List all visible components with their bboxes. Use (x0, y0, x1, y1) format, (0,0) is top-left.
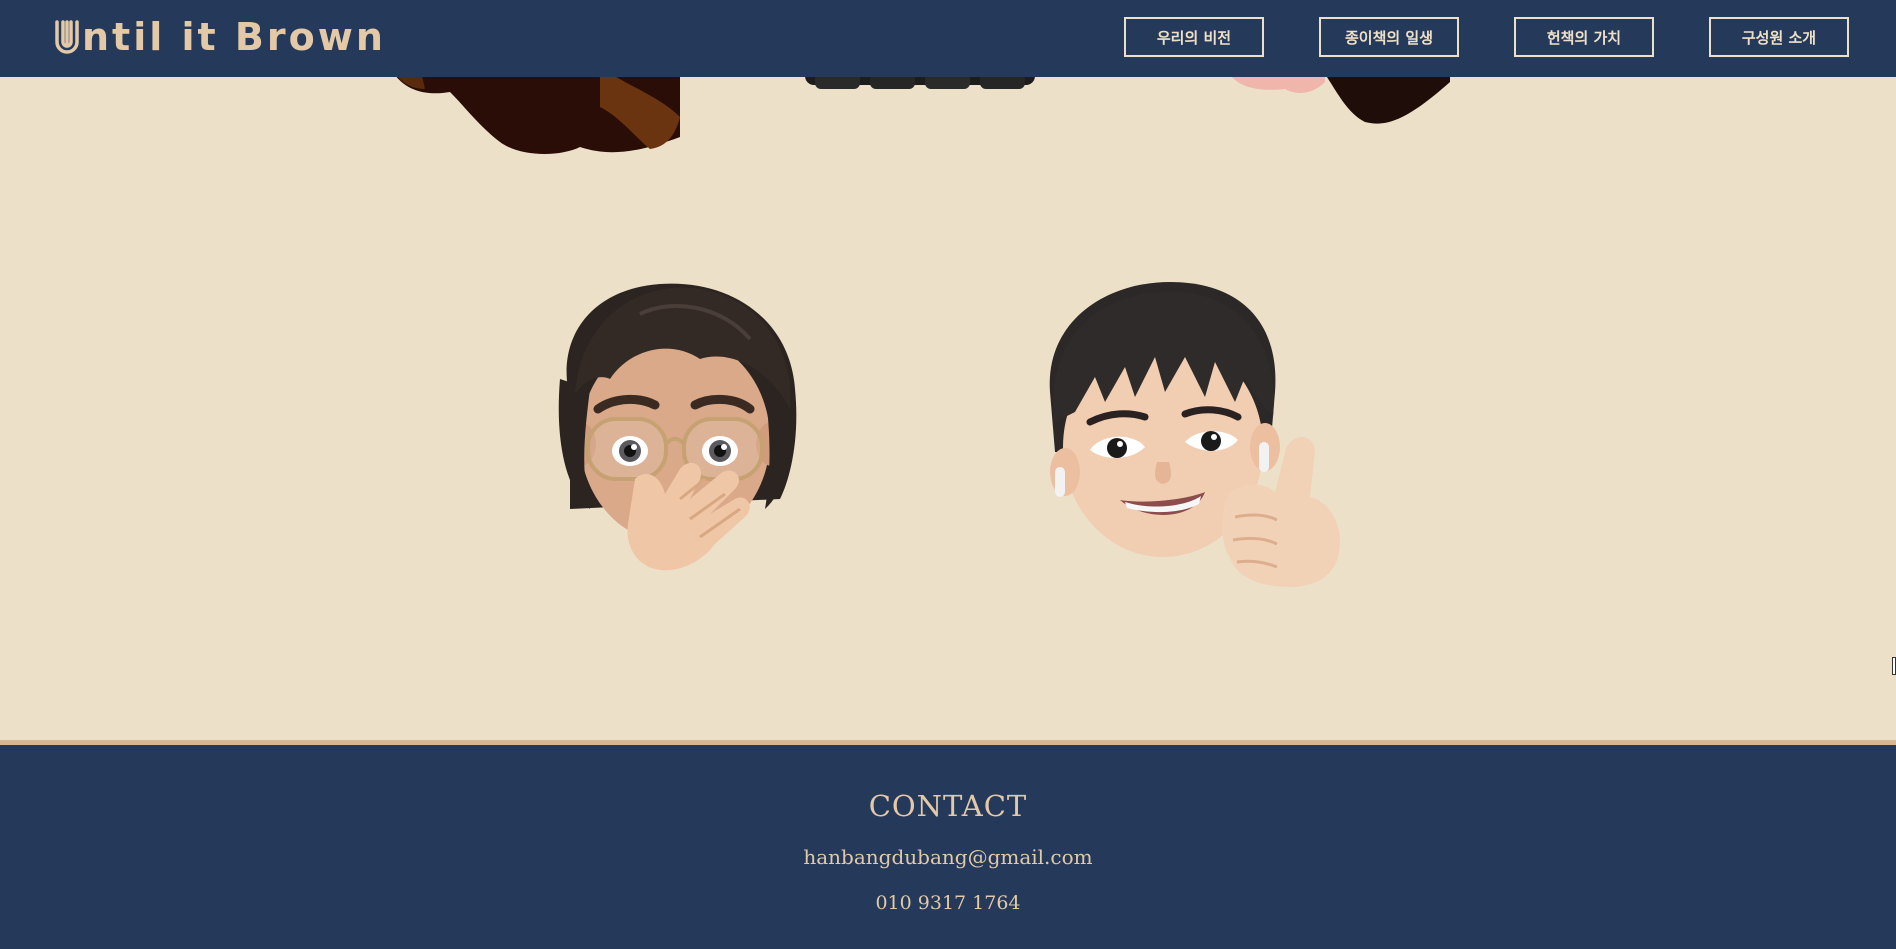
contact-email-link[interactable]: hanbangdubang@gmail.com (0, 845, 1896, 869)
contact-title: CONTACT (868, 789, 1028, 823)
main-nav: 우리의 비전 종이책의 일생 헌책의 가치 구성원 소개 (0, 17, 1896, 57)
memoji-avatar-glasses (558, 283, 797, 571)
contact-phone: 010 9317 1764 (875, 892, 1021, 914)
memoji-avatar-thumbs-up (1049, 282, 1340, 587)
top-navigation-bar: ntil it Brown 우리의 비전 종이책의 일생 헌책의 가치 구성원 … (0, 0, 1896, 77)
nav-button-used-book-value[interactable]: 헌책의 가치 (1514, 17, 1654, 57)
memoji-avatar-hand-partial (1232, 77, 1450, 124)
text-cursor-indicator (1892, 657, 1896, 675)
memoji-avatar-dark-hair-partial (805, 77, 1035, 89)
nav-button-members[interactable]: 구성원 소개 (1709, 17, 1849, 57)
contact-footer: CONTACT hanbangdubang@gmail.com 010 9317… (0, 745, 1896, 949)
memoji-avatar-curly-hair-partial (396, 77, 680, 154)
nav-button-paper-book-life[interactable]: 종이책의 일생 (1319, 17, 1459, 57)
members-section (0, 77, 1896, 740)
nav-button-vision[interactable]: 우리의 비전 (1124, 17, 1264, 57)
